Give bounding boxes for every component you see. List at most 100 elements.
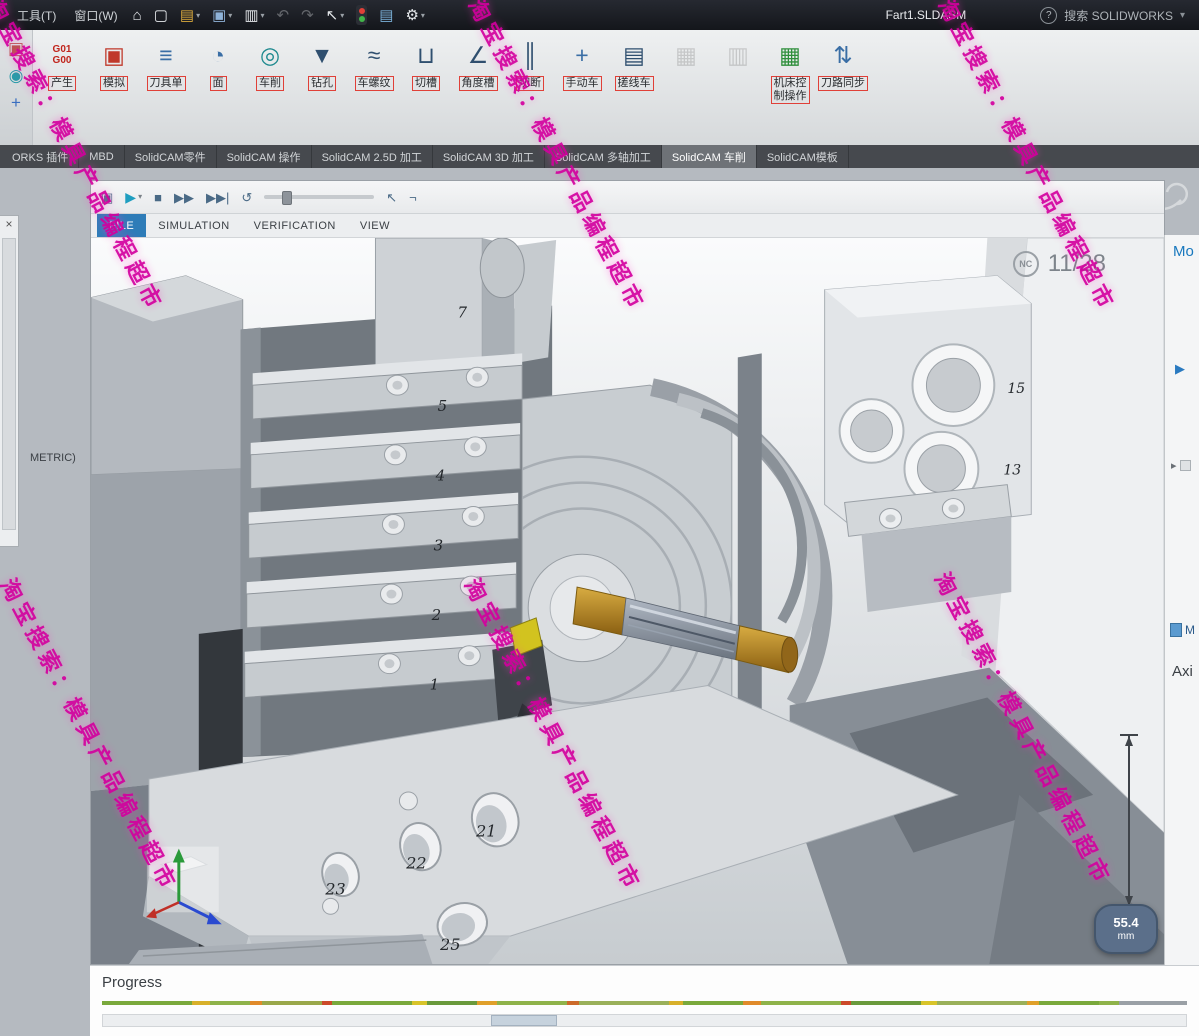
loop-button[interactable]: ↺ [241, 191, 252, 204]
evaluate-table-icon[interactable]: ▤ [375, 3, 397, 27]
ribbon-button[interactable]: ║ 切断 [505, 35, 555, 94]
home-icon[interactable]: ⌂ [129, 3, 146, 27]
progress-title: Progress [102, 974, 1187, 991]
help-icon[interactable]: ? [1040, 7, 1057, 24]
dimension-bracket [1118, 730, 1140, 912]
progress-segment [497, 1001, 567, 1005]
tree-expand-icon[interactable]: ▸ [1171, 459, 1191, 472]
progress-scrollbar[interactable] [102, 1014, 1187, 1027]
slider-thumb[interactable] [282, 191, 292, 205]
svg-text:5: 5 [438, 397, 448, 415]
ribbon-button[interactable]: G01 G00 产生 [37, 35, 87, 94]
docked-dialog-edge[interactable]: × [0, 215, 19, 547]
close-icon[interactable]: × [0, 216, 18, 232]
skip-to-end-button[interactable]: ▶▶| [206, 191, 229, 204]
progress-segment [1039, 1001, 1099, 1005]
sim-menu-item[interactable]: VERIFICATION [242, 214, 348, 237]
progress-segment [1027, 1001, 1039, 1005]
swirl-feature-icon[interactable]: ◉ [9, 67, 24, 84]
ribbon-tab[interactable]: SolidCAM 3D 加工 [433, 145, 545, 168]
cursor-mode-icon[interactable]: ↖ [386, 191, 397, 204]
progress-segment [427, 1001, 477, 1005]
flag-icon[interactable]: ¬ [409, 191, 417, 204]
milling-icon: ▥ [721, 38, 755, 72]
ribbon-button[interactable]: ▼ 钻孔 [297, 35, 347, 94]
fast-forward-button[interactable]: ▶▶ [174, 191, 194, 204]
open-folder-icon[interactable]: ▤ ▾ [176, 3, 204, 27]
ribbon-button[interactable]: ◔ 面 [193, 35, 243, 94]
print-icon[interactable]: ▥ ▾ [240, 3, 268, 27]
ribbon-tab[interactable]: SolidCAM 操作 [217, 145, 312, 168]
progress-segment [332, 1001, 412, 1005]
panel-doc-item[interactable]: M [1170, 623, 1195, 637]
ribbon-button[interactable]: ≡ 刀具单 [141, 35, 191, 94]
tree-node-icon [1180, 460, 1191, 471]
options-gear-icon[interactable]: ⚙ ▾ [401, 3, 428, 27]
simulation-window: ▣ ▶ ▾ ■ ▶▶ ▶▶| ↺ ↖ ¬ FILE SIMULATION [90, 180, 1165, 965]
progress-segment [937, 1001, 1027, 1005]
nc-line-counter: NC 11/28 [1013, 250, 1106, 278]
sim-menu-item[interactable]: FILE [97, 214, 146, 237]
ribbon-button[interactable]: ⇅ 刀路同步 [817, 35, 869, 94]
panel-toggle-icon[interactable]: ▣ [101, 191, 113, 204]
drilling-icon: ▼ [305, 38, 339, 72]
search-box[interactable]: ? 搜索 SOLIDWORKS ▾ [1040, 7, 1185, 24]
save-icon[interactable]: ▣ ▾ [208, 3, 236, 27]
ribbon-tab[interactable]: SolidCAM模板 [757, 145, 849, 168]
progress-segment [250, 1001, 262, 1005]
ribbon-tab[interactable]: ORKS 插件 [2, 145, 79, 168]
simulation-speed-slider[interactable] [264, 195, 374, 199]
collapse-caret-icon[interactable]: ▾ [1180, 10, 1185, 21]
ribbon-button-label: 模拟 [100, 76, 128, 91]
ribbon-button[interactable]: ∠ 角度槽 [453, 35, 503, 94]
panel-play-icon[interactable]: ▶ [1175, 361, 1185, 377]
measurement-tooltip: 55.4 mm [1094, 904, 1158, 954]
ribbon-button[interactable]: ≈ 车螺纹 [349, 35, 399, 94]
svg-text:23: 23 [324, 879, 345, 898]
undo-icon[interactable]: ↶ [273, 3, 294, 27]
ribbon-button[interactable]: ▤ 搓线车 [609, 35, 659, 94]
ribbon-button[interactable]: + 手动车 [557, 35, 607, 94]
progress-panel: Progress [90, 965, 1199, 1036]
simulation-viewport[interactable]: 7 5 4 [91, 238, 1164, 964]
ribbon-button[interactable]: ▦ 机床控 制操作 [765, 35, 815, 107]
play-button[interactable]: ▶ ▾ [125, 190, 142, 204]
progress-segment [579, 1001, 669, 1005]
machine-control-icon: ▦ [773, 38, 807, 72]
ribbon-button[interactable]: ▥ [713, 35, 763, 75]
ribbon-tab[interactable]: SolidCAM 车削 [662, 145, 757, 168]
traffic-light-icon[interactable] [352, 3, 371, 27]
svg-text:13: 13 [1003, 463, 1021, 479]
ribbon-tab[interactable]: SolidCAM 2.5D 加工 [312, 145, 433, 168]
machine-simulation-canvas[interactable]: 7 5 4 [91, 238, 1164, 964]
sim-menu-item[interactable]: SIMULATION [146, 214, 241, 237]
ribbon-button[interactable]: ◎ 车削 [245, 35, 295, 94]
stop-button[interactable]: ■ [154, 191, 162, 204]
progress-segment [567, 1001, 579, 1005]
right-docked-panel[interactable]: Mo ▶ ▸ M Axi [1164, 235, 1199, 965]
solid-bodies-icon[interactable]: ▣ [8, 40, 24, 57]
menubar-item[interactable]: 工具(T) [10, 7, 63, 24]
ribbon-tab[interactable]: SolidCAM零件 [125, 145, 217, 168]
ribbon-button-label: 切槽 [412, 76, 440, 91]
ribbon-button[interactable]: ▦ [661, 35, 711, 75]
sim-menu-item[interactable]: VIEW [348, 214, 402, 237]
add-feature-icon[interactable]: + [11, 94, 21, 111]
ribbon-tab[interactable]: SolidCAM 多轴加工 [545, 145, 662, 168]
simulation-menubar: FILE SIMULATION VERIFICATION VIEW [91, 214, 1164, 238]
ribbon-button[interactable]: ⊔ 切槽 [401, 35, 451, 94]
progress-segment [851, 1001, 921, 1005]
ribbon-button[interactable]: ▣ 模拟 [89, 35, 139, 94]
progress-segment [743, 1001, 761, 1005]
select-cursor-icon[interactable]: ↖ ▾ [322, 3, 349, 27]
progress-segment [841, 1001, 851, 1005]
ribbon-tab[interactable]: MBD [79, 145, 124, 168]
document-title: Fart1.SLDASM [886, 8, 967, 22]
progress-segment [262, 1001, 322, 1005]
redo-icon[interactable]: ↷ [297, 3, 318, 27]
new-document-icon[interactable]: ▢ [150, 3, 172, 27]
play-options-caret-icon[interactable]: ▾ [138, 193, 142, 201]
dialog-panel-sliver [2, 238, 16, 530]
scrollbar-thumb[interactable] [491, 1015, 557, 1026]
menubar-item[interactable]: 窗口(W) [67, 7, 124, 24]
